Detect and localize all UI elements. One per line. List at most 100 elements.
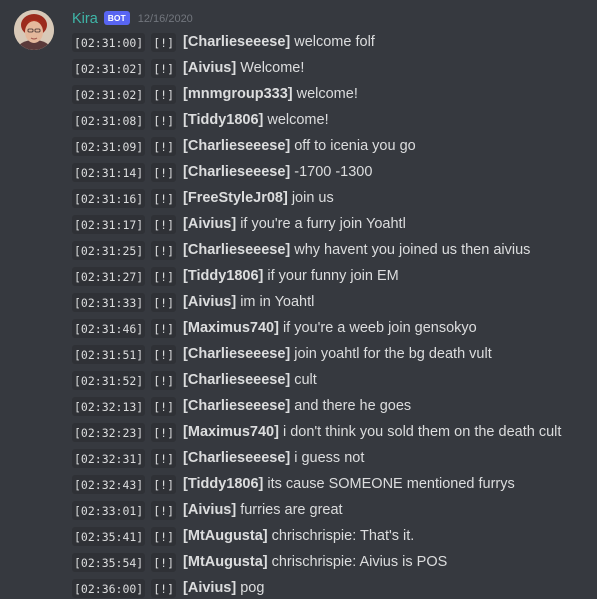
log-flag: [!] [151, 344, 177, 364]
log-flag: [!] [151, 58, 177, 78]
log-message-text: chrischrispie: Aivius is POS [271, 554, 448, 570]
log-flag: [!] [151, 552, 177, 572]
log-flag: [!] [151, 474, 177, 494]
log-time: [02:31:33] [72, 292, 146, 312]
log-time: [02:31:25] [72, 240, 146, 260]
log-message-text: furries are great [240, 502, 343, 518]
log-time: [02:33:01] [72, 500, 146, 520]
log-message-text: welcome! [267, 112, 329, 128]
log-message-text: i guess not [294, 450, 365, 466]
chat-log-line: [02:32:13] [!] [Charlieseeese] and there… [72, 393, 592, 419]
chat-log-line: [02:31:16] [!] [FreeStyleJr08] join us [72, 185, 592, 211]
log-message-text: why havent you joined us then aivius [294, 242, 531, 258]
log-time: [02:31:51] [72, 344, 146, 364]
message-content: [02:31:00] [!] [Charlieseeese] welcome f… [72, 29, 592, 599]
chat-log-line: [02:31:51] [!] [Charlieseeese] join yoah… [72, 341, 592, 367]
log-flag: [!] [151, 32, 177, 52]
log-message-text: cult [294, 372, 317, 388]
log-player-name: [Charlieseeese] [183, 34, 291, 50]
log-time: [02:31:52] [72, 370, 146, 390]
log-message-text: its cause SOMEONE mentioned furrys [267, 476, 515, 492]
log-flag: [!] [151, 500, 177, 520]
author-name[interactable]: Kira [72, 11, 98, 27]
log-player-name: [Charlieseeese] [183, 450, 291, 466]
log-message-text: if you're a furry join Yoahtl [240, 216, 406, 232]
message-header: Kira BOT 12/16/2020 [72, 9, 193, 29]
log-message-text: join us [291, 190, 334, 206]
log-player-name: [Charlieseeese] [183, 138, 291, 154]
log-message-text: chrischrispie: That's it. [271, 528, 415, 544]
log-time: [02:31:02] [72, 58, 146, 78]
log-player-name: [Aivius] [183, 294, 237, 310]
log-time: [02:36:00] [72, 578, 146, 598]
log-message-text: im in Yoahtl [240, 294, 315, 310]
log-time: [02:35:41] [72, 526, 146, 546]
log-message-text: -1700 -1300 [294, 164, 373, 180]
log-time: [02:31:17] [72, 214, 146, 234]
chat-log-line: [02:31:33] [!] [Aivius] im in Yoahtl [72, 289, 592, 315]
message-timestamp[interactable]: 12/16/2020 [138, 13, 193, 25]
log-time: [02:31:08] [72, 110, 146, 130]
chat-log-line: [02:31:27] [!] [Tiddy1806] if your funny… [72, 263, 592, 289]
log-flag: [!] [151, 292, 177, 312]
avatar-photo-icon [14, 10, 54, 50]
log-time: [02:31:16] [72, 188, 146, 208]
chat-log-line: [02:31:02] [!] [mnmgroup333] welcome! [72, 81, 592, 107]
bot-message: Kira BOT 12/16/2020 [02:31:00] [!] [Char… [0, 0, 597, 599]
log-flag: [!] [151, 422, 177, 442]
log-player-name: [Charlieseeese] [183, 242, 291, 258]
log-message-text: pog [240, 580, 265, 596]
log-message-text: welcome folf [294, 34, 375, 50]
log-message-text: if your funny join EM [267, 268, 399, 284]
log-player-name: [Maximus740] [183, 424, 279, 440]
log-player-name: [Charlieseeese] [183, 372, 291, 388]
log-time: [02:31:02] [72, 84, 146, 104]
log-player-name: [Charlieseeese] [183, 346, 291, 362]
log-player-name: [Maximus740] [183, 320, 279, 336]
chat-log-line: [02:36:00] [!] [Aivius] pog [72, 575, 592, 599]
log-player-name: [FreeStyleJr08] [183, 190, 288, 206]
log-time: [02:35:54] [72, 552, 146, 572]
log-player-name: [Tiddy1806] [183, 476, 264, 492]
log-player-name: [Aivius] [183, 580, 237, 596]
log-player-name: [Charlieseeese] [183, 164, 291, 180]
log-player-name: [MtAugusta] [183, 528, 268, 544]
log-message-text: and there he goes [294, 398, 412, 414]
log-flag: [!] [151, 162, 177, 182]
log-flag: [!] [151, 214, 177, 234]
log-flag: [!] [151, 396, 177, 416]
chat-log-line: [02:31:00] [!] [Charlieseeese] welcome f… [72, 29, 592, 55]
log-message-text: i don't think you sold them on the death… [282, 424, 562, 440]
chat-log-line: [02:31:08] [!] [Tiddy1806] welcome! [72, 107, 592, 133]
log-time: [02:31:46] [72, 318, 146, 338]
log-player-name: [mnmgroup333] [183, 86, 293, 102]
log-flag: [!] [151, 526, 177, 546]
log-player-name: [Tiddy1806] [183, 268, 264, 284]
log-flag: [!] [151, 110, 177, 130]
chat-log-line: [02:32:31] [!] [Charlieseeese] i guess n… [72, 445, 592, 471]
log-player-name: [MtAugusta] [183, 554, 268, 570]
log-time: [02:31:14] [72, 162, 146, 182]
log-time: [02:32:43] [72, 474, 146, 494]
log-flag: [!] [151, 448, 177, 468]
bot-badge: BOT [103, 11, 130, 25]
log-player-name: [Aivius] [183, 216, 237, 232]
log-player-name: [Tiddy1806] [183, 112, 264, 128]
chat-log-line: [02:32:43] [!] [Tiddy1806] its cause SOM… [72, 471, 592, 497]
chat-log-line: [02:31:14] [!] [Charlieseeese] -1700 -13… [72, 159, 592, 185]
log-flag: [!] [151, 84, 177, 104]
log-time: [02:32:31] [72, 448, 146, 468]
chat-log-line: [02:31:52] [!] [Charlieseeese] cult [72, 367, 592, 393]
log-message-text: Welcome! [240, 60, 305, 76]
log-message-text: off to icenia you go [294, 138, 416, 154]
log-flag: [!] [151, 578, 177, 598]
log-time: [02:31:27] [72, 266, 146, 286]
log-flag: [!] [151, 370, 177, 390]
chat-log-line: [02:31:46] [!] [Maximus740] if you're a … [72, 315, 592, 341]
chat-log-line: [02:32:23] [!] [Maximus740] i don't thin… [72, 419, 592, 445]
chat-log-line: [02:31:17] [!] [Aivius] if you're a furr… [72, 211, 592, 237]
log-time: [02:32:23] [72, 422, 146, 442]
avatar[interactable] [14, 10, 54, 50]
log-flag: [!] [151, 266, 177, 286]
log-player-name: [Charlieseeese] [183, 398, 291, 414]
